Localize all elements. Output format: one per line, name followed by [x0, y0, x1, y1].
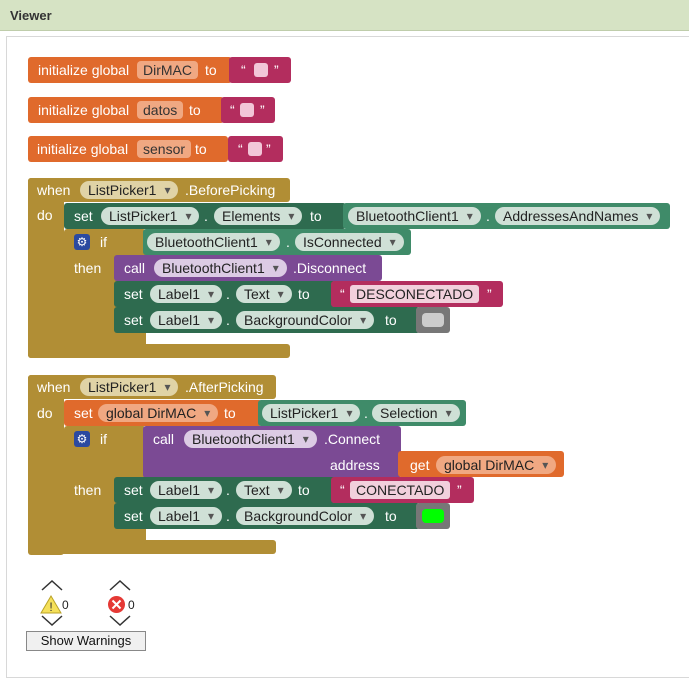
property-dropdown[interactable]: Selection — [372, 404, 460, 422]
dot-label: . — [364, 405, 368, 421]
string-value[interactable]: DESCONECTADO — [350, 285, 480, 303]
close-quote: ” — [274, 62, 279, 78]
warning-count: 0 — [62, 598, 69, 612]
dot-label: . — [226, 286, 230, 302]
empty-string[interactable] — [254, 63, 268, 77]
warning-triangle-icon: ! — [40, 595, 62, 614]
error-icon — [108, 596, 125, 613]
svg-text:!: ! — [49, 600, 52, 614]
component-dropdown[interactable]: Label1 — [150, 285, 223, 303]
if-label: if — [100, 431, 107, 447]
to-label: to — [189, 102, 201, 118]
component-dropdown[interactable]: Label1 — [150, 507, 223, 525]
close-quote: ” — [457, 482, 462, 498]
error-up-arrow-icon[interactable] — [108, 579, 132, 591]
open-quote: “ — [340, 286, 345, 302]
close-quote: ” — [260, 102, 265, 118]
then-label: then — [74, 482, 102, 498]
property-dropdown[interactable]: BackgroundColor — [236, 311, 375, 329]
set-label: set — [124, 482, 143, 498]
call-label: call — [124, 260, 146, 276]
variable-dropdown[interactable]: global DirMAC — [436, 456, 557, 474]
event-name: .AfterPicking — [185, 379, 264, 395]
dot-label: . — [204, 208, 208, 224]
error-count: 0 — [128, 598, 135, 612]
method-name: .Connect — [324, 431, 381, 447]
then-label: then — [74, 260, 102, 276]
gear-icon[interactable]: ⚙ — [74, 431, 90, 447]
gear-icon[interactable]: ⚙ — [74, 234, 90, 250]
global-name-field[interactable]: datos — [137, 101, 184, 119]
component-dropdown[interactable]: BluetoothClient1 — [184, 430, 317, 448]
do-label: do — [37, 405, 53, 421]
component-dropdown[interactable]: BluetoothClient1 — [154, 259, 287, 277]
to-label: to — [195, 141, 207, 157]
viewer-header: Viewer — [0, 0, 689, 31]
global-init-label: initialize global — [38, 102, 130, 118]
global-init-label: initialize global — [37, 141, 129, 157]
dot-label: . — [226, 312, 230, 328]
property-dropdown[interactable]: IsConnected — [295, 233, 404, 251]
when-label: when — [37, 379, 71, 395]
global-name-field[interactable]: DirMAC — [137, 61, 198, 79]
error-down-arrow-icon[interactable] — [108, 615, 132, 627]
set-label: set — [124, 286, 143, 302]
global-name-field[interactable]: sensor — [137, 140, 192, 158]
open-quote: “ — [230, 102, 235, 118]
to-label: to — [298, 482, 310, 498]
property-dropdown[interactable]: Text — [236, 285, 292, 303]
component-dropdown[interactable]: ListPicker1 — [262, 404, 361, 422]
open-quote: “ — [340, 482, 345, 498]
viewer-title: Viewer — [10, 8, 52, 23]
property-dropdown[interactable]: Text — [236, 481, 292, 499]
component-dropdown[interactable]: BluetoothClient1 — [348, 207, 481, 225]
component-dropdown[interactable]: BluetoothClient1 — [147, 233, 280, 251]
when-label: when — [37, 182, 71, 198]
set-label: set — [74, 405, 93, 421]
string-value[interactable]: CONECTADO — [350, 481, 451, 499]
to-label: to — [224, 405, 236, 421]
empty-string[interactable] — [240, 103, 254, 117]
set-label: set — [124, 508, 143, 524]
component-dropdown[interactable]: Label1 — [150, 481, 223, 499]
dot-label: . — [226, 508, 230, 524]
component-dropdown[interactable]: Label1 — [150, 311, 223, 329]
dot-label: . — [226, 482, 230, 498]
component-dropdown[interactable]: ListPicker1 — [101, 207, 200, 225]
if-label: if — [100, 234, 107, 250]
empty-string[interactable] — [248, 142, 262, 156]
warning-up-arrow-icon[interactable] — [40, 579, 64, 591]
get-label: get — [410, 457, 430, 473]
to-label: to — [385, 312, 397, 328]
warning-down-arrow-icon[interactable] — [40, 615, 64, 627]
close-quote: ” — [487, 286, 492, 302]
component-dropdown[interactable]: ListPicker1 — [80, 378, 179, 396]
property-dropdown[interactable]: Elements — [214, 207, 303, 225]
color-swatch-gray[interactable] — [422, 313, 444, 327]
to-label: to — [205, 62, 217, 78]
dot-label: . — [486, 208, 490, 224]
to-label: to — [385, 508, 397, 524]
to-label: to — [298, 286, 310, 302]
open-quote: “ — [241, 62, 246, 78]
call-label: call — [153, 431, 175, 447]
do-label: do — [37, 207, 53, 223]
color-swatch-green[interactable] — [422, 509, 444, 523]
global-init-label: initialize global — [38, 62, 130, 78]
set-label: set — [124, 312, 143, 328]
address-label: address — [330, 457, 380, 473]
show-warnings-button[interactable]: Show Warnings — [26, 631, 146, 651]
dot-label: . — [286, 234, 290, 250]
component-dropdown[interactable]: ListPicker1 — [80, 181, 179, 199]
event-name: .BeforePicking — [185, 182, 276, 198]
set-label: set — [74, 208, 93, 224]
open-quote: “ — [238, 141, 243, 157]
close-quote: ” — [266, 141, 271, 157]
property-dropdown[interactable]: AddressesAndNames — [495, 207, 661, 225]
to-label: to — [310, 208, 322, 224]
property-dropdown[interactable]: BackgroundColor — [236, 507, 375, 525]
variable-dropdown[interactable]: global DirMAC — [98, 404, 219, 422]
method-name: .Disconnect — [293, 260, 367, 276]
